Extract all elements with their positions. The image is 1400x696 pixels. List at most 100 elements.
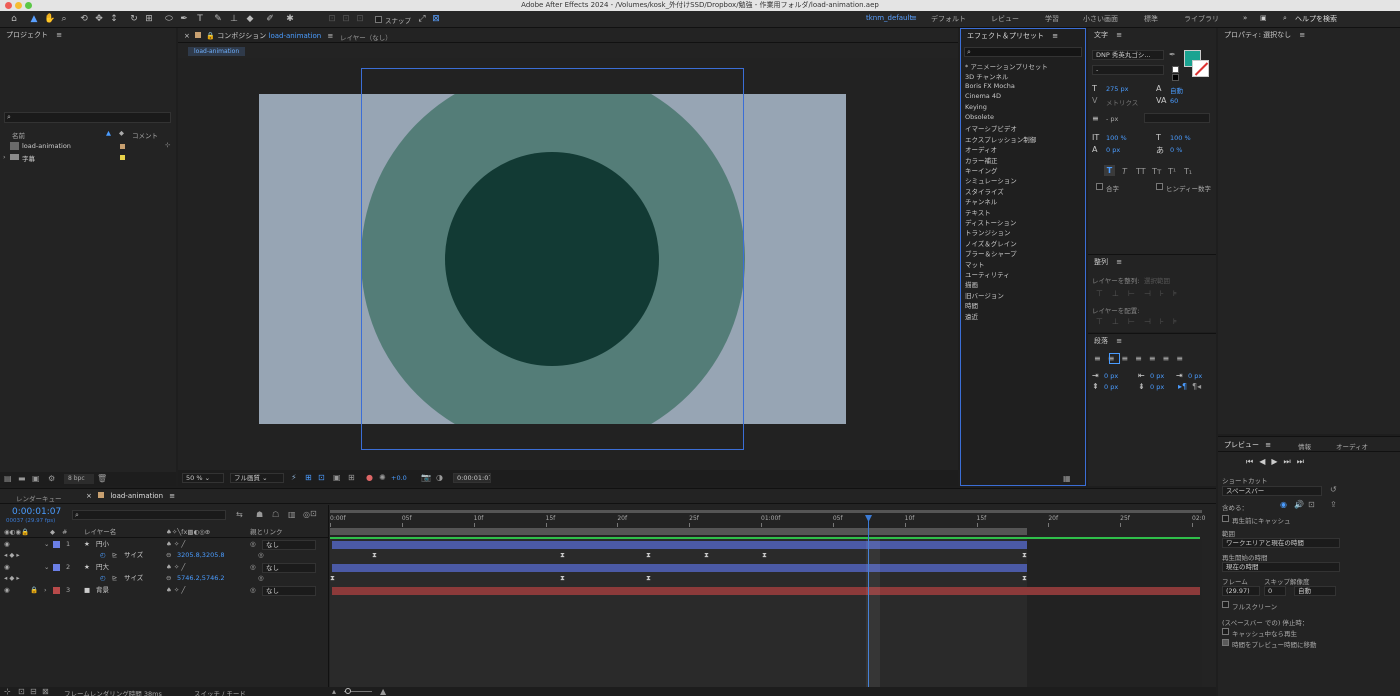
shape-tool-icon[interactable]: ⬭ — [163, 13, 175, 25]
timeline-search-input[interactable]: ⌕ — [72, 510, 226, 520]
new-folder-icon[interactable]: ▬ — [18, 474, 26, 483]
minimize-window-button[interactable] — [15, 2, 22, 9]
effect-category-item[interactable]: シミュレーション — [965, 175, 1017, 185]
effect-category-item[interactable]: マット — [965, 259, 985, 269]
table-row[interactable]: ◉ 🔒 › 3 ■ 背景 ♠ ✧ ╱ ◎ なし — [0, 585, 328, 596]
brush-tool-icon[interactable]: ✎ — [212, 13, 224, 25]
draft-3d-icon[interactable]: ☗ — [256, 510, 263, 519]
zoom-out-icon[interactable]: ▴ — [332, 687, 336, 696]
close-window-button[interactable] — [5, 2, 12, 9]
parent-column[interactable]: 親とリンク — [250, 527, 283, 538]
align-to-value[interactable]: 選択範囲 — [1144, 275, 1170, 285]
layer-switches[interactable]: ♠ ✧ ╱ — [166, 562, 185, 573]
current-timecode[interactable]: 0:00:01:07 — [12, 507, 61, 517]
property-value[interactable]: 5746.2,5746.2 — [177, 573, 225, 584]
label-column-icon[interactable]: ◆ — [50, 527, 55, 538]
keyframe-marker[interactable]: ⧗ — [1022, 575, 1027, 582]
indent-right-value[interactable]: 0 px — [1150, 372, 1164, 380]
link-icon[interactable]: ⊖ — [166, 550, 171, 561]
layer-switches-icon[interactable]: ⊡ — [18, 687, 25, 696]
number-column-icon[interactable]: # — [62, 527, 67, 538]
leading-value[interactable]: 自動 — [1170, 85, 1183, 95]
project-item-folder[interactable]: › 字幕 — [0, 152, 176, 163]
stop-cache-checkbox[interactable] — [1222, 628, 1229, 635]
resolution-dropdown[interactable]: 自動 — [1294, 586, 1336, 596]
parent-pickwhip-icon[interactable]: ◎ — [250, 562, 256, 573]
comp-mini-flowchart-icon[interactable]: ⊹ — [4, 687, 11, 696]
transfer-controls-icon[interactable]: ⊟ — [30, 687, 37, 696]
visibility-eye-icon[interactable]: ◉ — [4, 562, 10, 573]
baseline-shift-value[interactable]: 0 px — [1106, 146, 1120, 154]
stopwatch-icon[interactable]: ◴ — [100, 550, 106, 561]
zoom-in-icon[interactable]: ▲ — [380, 687, 386, 696]
expression-pickwhip-icon[interactable]: ◎ — [258, 550, 264, 561]
keyframe-marker[interactable]: ⧗ — [330, 575, 335, 582]
eraser-tool-icon[interactable]: ◆ — [244, 13, 256, 25]
effect-category-item[interactable]: 時間 — [965, 300, 978, 310]
table-row[interactable]: ◉ ⌄ 1 ★ 円小 ♠ ✧ ╱ ◎ なし — [0, 539, 328, 550]
panel-menu-icon[interactable]: ≡ — [327, 32, 333, 40]
effect-category-item[interactable]: 描画 — [965, 279, 978, 289]
effect-category-item[interactable]: チャンネル — [965, 196, 997, 206]
space-before-value[interactable]: 0 px — [1104, 383, 1118, 391]
workspace-learn[interactable]: 学習 — [1045, 14, 1059, 24]
effect-category-item[interactable]: オーディオ — [965, 144, 997, 154]
composition-viewer[interactable] — [178, 58, 958, 470]
panel-menu-icon[interactable]: ≡ — [169, 492, 175, 500]
panel-menu-icon[interactable]: ≡ — [1116, 258, 1122, 266]
visibility-eye-icon[interactable]: ◉ — [4, 585, 10, 596]
range-dropdown[interactable]: ワークエリアと現在の時間 — [1222, 538, 1340, 548]
work-area-bar[interactable] — [330, 528, 1027, 535]
keyframe-marker[interactable]: ⧗ — [646, 552, 651, 559]
effect-category-item[interactable]: 旧バージョン — [965, 290, 1004, 300]
effect-category-item[interactable]: トランジション — [965, 227, 1011, 237]
project-search-input[interactable]: ⌕ — [4, 112, 171, 123]
workspace-review[interactable]: レビュー — [991, 14, 1019, 24]
export-icon[interactable]: ⇪ — [1330, 500, 1337, 509]
expand-chevron-icon[interactable]: ⌄ — [44, 539, 49, 550]
layer-duration-bar[interactable] — [332, 541, 1027, 549]
effect-category-item[interactable]: ノイズ＆グレイン — [965, 238, 1017, 248]
effect-category-item[interactable]: 遠近 — [965, 311, 978, 321]
effect-category-item[interactable]: イマーシブビデオ — [965, 123, 1017, 133]
playback-controls[interactable]: ⏮◀▶⏭⏭ — [1246, 457, 1310, 467]
channel-icon[interactable]: ● — [366, 473, 373, 482]
keyframe-marker[interactable]: ⧗ — [560, 575, 565, 582]
hindi-digits-checkbox[interactable] — [1156, 183, 1163, 190]
render-queue-tab[interactable]: レンダーキュー — [16, 493, 62, 503]
layer-duration-bar[interactable] — [332, 564, 1027, 572]
text-direction-ltr-icon[interactable]: ▸¶ — [1178, 382, 1187, 391]
show-snapshot-icon[interactable]: ◑ — [436, 473, 443, 482]
motion-blur-icon[interactable]: ◎ — [303, 510, 310, 519]
ligature-checkbox[interactable] — [1096, 183, 1103, 190]
lock-icon[interactable]: 🔒 — [30, 585, 38, 596]
more-workspaces-icon[interactable]: » — [1243, 14, 1247, 22]
table-row[interactable]: ◉ ⌄ 2 ★ 円大 ♠ ✧ ╱ ◎ なし — [0, 562, 328, 573]
panel-menu-icon[interactable]: ≡ — [1052, 32, 1058, 40]
hand-tool-icon[interactable]: ✋ — [44, 13, 56, 25]
property-row[interactable]: ◂ ◆ ▸ ◴ ⊵ サイズ ⊖ 3205.8,3205.8 ◎ — [0, 550, 328, 561]
keyframe-nav-icon[interactable]: ◂ ◆ ▸ — [4, 573, 20, 584]
resolution-dropdown[interactable]: フル画質 ⌄ — [230, 473, 284, 483]
fullscreen-checkbox[interactable] — [1222, 601, 1229, 608]
breadcrumb[interactable]: load-animation — [188, 47, 246, 56]
effect-category-item[interactable]: Boris FX Mocha — [965, 82, 1015, 90]
project-col-comment[interactable]: コメント — [132, 130, 158, 140]
tsume-value[interactable]: 0 % — [1170, 146, 1182, 154]
composition-tab[interactable]: × 🔒 コンポジション load-animation ≡ — [184, 31, 333, 41]
graph-editor-icon[interactable]: ⊡ — [310, 509, 317, 518]
black-swatch[interactable] — [1172, 74, 1179, 81]
dolly-camera-icon[interactable]: ↕ — [108, 13, 120, 25]
property-row[interactable]: ◂ ◆ ▸ ◴ ⊵ サイズ ⊖ 5746.2,5746.2 ◎ — [0, 573, 328, 584]
label-tag-icon[interactable]: ◆ — [119, 129, 124, 137]
viewer-timecode[interactable]: 0:00:01:07 — [453, 473, 491, 483]
property-value[interactable]: 3205.8,3205.8 — [177, 550, 225, 561]
include-overlays-icon[interactable]: ⊡ — [1308, 500, 1315, 509]
selection-tool-icon[interactable]: ▲ — [28, 13, 40, 25]
delete-icon[interactable]: 🗑 — [97, 474, 107, 483]
close-tab-icon[interactable]: × — [86, 492, 92, 500]
small-caps-icon[interactable]: Tт — [1152, 167, 1162, 176]
home-icon[interactable]: ⌂ — [8, 13, 20, 25]
text-direction-rtl-icon[interactable]: ¶◂ — [1192, 382, 1201, 391]
sort-triangle-icon[interactable]: ▲ — [106, 129, 111, 137]
